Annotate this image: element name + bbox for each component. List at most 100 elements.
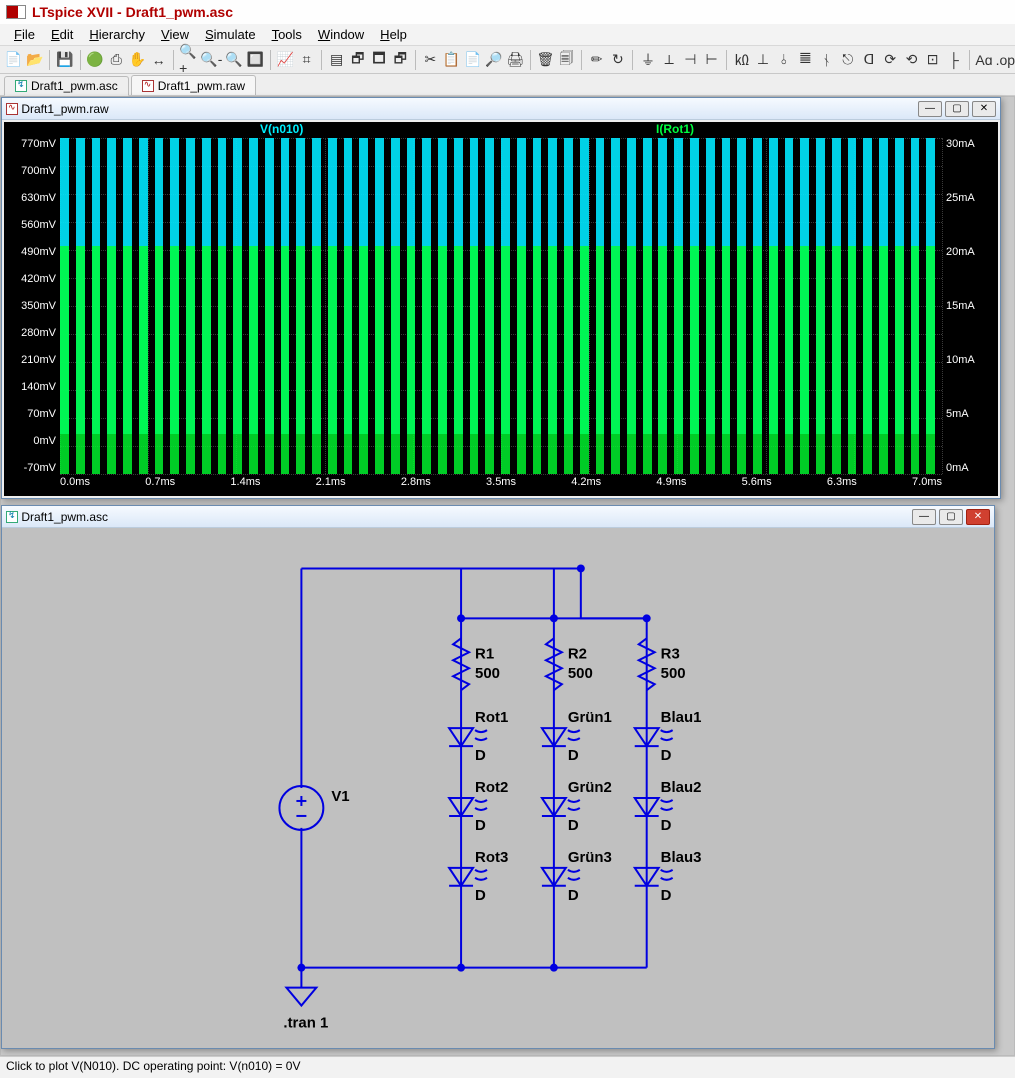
toolbar-button[interactable]: ⎋ (838, 49, 857, 71)
toolbar-button[interactable]: ↔ (149, 49, 168, 71)
status-text: Click to plot V(N010). DC operating poin… (6, 1059, 300, 1073)
toolbar-button[interactable]: 📋 (442, 49, 461, 71)
toolbar-button[interactable]: 📂 (25, 49, 44, 71)
svg-text:D: D (661, 887, 672, 904)
svg-text:R1: R1 (475, 645, 494, 662)
toolbar-button[interactable]: ✂ (421, 49, 440, 71)
toolbar-button[interactable]: 🔎 (484, 49, 503, 71)
toolbar-button[interactable]: ⊣ (681, 49, 700, 71)
menu-file[interactable]: File (6, 25, 43, 44)
toolbar-button[interactable]: 𝍤 (796, 49, 815, 71)
component-Blau2[interactable]: Blau2D (635, 779, 702, 834)
toolbar-button[interactable]: .op (996, 49, 1015, 71)
svg-text:Rot3: Rot3 (475, 849, 508, 866)
minimize-button[interactable]: — (918, 101, 942, 117)
trace-label-i[interactable]: I(Rot1) (546, 122, 942, 138)
toolbar-button[interactable]: ▤ (327, 49, 346, 71)
toolbar-button[interactable]: 🔍- (200, 49, 222, 71)
svg-text:R3: R3 (661, 645, 680, 662)
toolbar-button[interactable]: ⎙ (107, 49, 126, 71)
toolbar-button[interactable]: ⏚ (638, 49, 657, 71)
menu-hierarchy[interactable]: Hierarchy (81, 25, 153, 44)
maximize-button[interactable]: ▢ (945, 101, 969, 117)
toolbar-button[interactable]: ⟳ (881, 49, 900, 71)
component-Blau3[interactable]: Blau3D (635, 849, 702, 904)
status-bar: Click to plot V(N010). DC operating poin… (0, 1056, 1015, 1078)
menu-tools[interactable]: Tools (264, 25, 310, 44)
toolbar-button[interactable]: Aɑ (974, 49, 993, 71)
menu-window[interactable]: Window (310, 25, 372, 44)
toolbar-button[interactable]: ↻ (608, 49, 627, 71)
toolbar-button[interactable]: 🔍+ (179, 49, 198, 71)
toolbar-button[interactable]: 🟢 (85, 49, 104, 71)
menu-simulate[interactable]: Simulate (197, 25, 264, 44)
document-tab[interactable]: Draft1_pwm.raw (131, 75, 256, 95)
ground-symbol[interactable] (286, 968, 316, 1006)
toolbar-button[interactable]: 💾 (55, 49, 74, 71)
toolbar-button[interactable]: 📄 (4, 49, 23, 71)
plot-canvas[interactable] (60, 138, 942, 474)
toolbar-button[interactable]: 🔲 (246, 49, 265, 71)
schematic-window-title: Draft1_pwm.asc (21, 510, 108, 524)
svg-text:500: 500 (661, 665, 686, 682)
trace-label-v[interactable]: V(n010) (60, 122, 546, 138)
toolbar-button[interactable]: ✋ (128, 49, 147, 71)
svg-text:D: D (568, 817, 579, 834)
svg-text:D: D (661, 747, 672, 764)
component-Grün3[interactable]: Grün3D (542, 849, 612, 904)
tab-label: Draft1_pwm.asc (31, 79, 118, 93)
app-logo-icon (6, 5, 26, 19)
toolbar-button[interactable]: ⟲ (902, 49, 921, 71)
toolbar-button[interactable]: ᚾ (817, 49, 836, 71)
y-axis-left[interactable]: 770mV700mV630mV560mV490mV420mV350mV280mV… (4, 138, 60, 474)
toolbar-button[interactable]: 🗑 (536, 49, 555, 71)
toolbar-button[interactable]: 🗗 (391, 49, 410, 71)
schematic-canvas[interactable]: V1 .tran 1 R1500Rot1DRot2DRot3DR2500Grün… (2, 528, 994, 1048)
toolbar-button[interactable]: ✏ (587, 49, 606, 71)
waveform-window-title: Draft1_pwm.raw (21, 102, 108, 116)
waveform-plot[interactable]: V(n010) I(Rot1) 770mV700mV630mV560mV490m… (4, 122, 998, 496)
schematic-window-titlebar[interactable]: Draft1_pwm.asc — ▢ ✕ (2, 506, 994, 528)
component-Rot1[interactable]: Rot1D (449, 709, 508, 764)
x-axis[interactable]: 0.0ms0.7ms1.4ms2.1ms2.8ms3.5ms4.2ms4.9ms… (60, 476, 942, 494)
document-tab[interactable]: Draft1_pwm.asc (4, 76, 129, 96)
menu-help[interactable]: Help (372, 25, 415, 44)
component-Blau1[interactable]: Blau1D (635, 709, 702, 764)
toolbar-button[interactable]: 🖨 (506, 49, 525, 71)
waveform-window-titlebar[interactable]: Draft1_pwm.raw — ▢ ✕ (2, 98, 1000, 120)
menu-view[interactable]: View (153, 25, 197, 44)
svg-text:Rot1: Rot1 (475, 709, 508, 726)
toolbar-button[interactable]: 🗗 (348, 49, 367, 71)
svg-text:Rot2: Rot2 (475, 779, 508, 796)
toolbar-button[interactable]: 📈 (276, 49, 295, 71)
toolbar-button[interactable]: ⟂ (660, 49, 679, 71)
toolbar-button[interactable]: 🔍 (224, 49, 243, 71)
schematic-window: Draft1_pwm.asc — ▢ ✕ (1, 505, 995, 1049)
component-Rot2[interactable]: Rot2D (449, 779, 508, 834)
toolbar-button[interactable]: 🗖 (369, 49, 388, 71)
toolbar-button[interactable]: ⌗ (297, 49, 316, 71)
svg-text:D: D (475, 887, 486, 904)
toolbar-button[interactable]: ├ (944, 49, 963, 71)
spice-directive[interactable]: .tran 1 (283, 1015, 328, 1032)
toolbar-button[interactable]: 🗐 (557, 49, 576, 71)
close-button[interactable]: ✕ (972, 101, 996, 117)
toolbar-button[interactable]: ㏀ (732, 49, 751, 71)
svg-text:Grün3: Grün3 (568, 849, 612, 866)
component-Grün1[interactable]: Grün1D (542, 709, 612, 764)
window-titlebar: LTspice XVII - Draft1_pwm.asc (0, 0, 1015, 24)
component-Rot3[interactable]: Rot3 D (449, 849, 508, 904)
component-Grün2[interactable]: Grün2D (542, 779, 612, 834)
toolbar-button[interactable]: ⊥ (753, 49, 772, 71)
toolbar-button[interactable]: ⊡ (923, 49, 942, 71)
toolbar-button[interactable]: ⫰ (775, 49, 794, 71)
toolbar-button[interactable]: 📄 (463, 49, 482, 71)
toolbar-button[interactable]: ⊢ (702, 49, 721, 71)
close-button[interactable]: ✕ (966, 509, 990, 525)
y-axis-right[interactable]: 30mA25mA20mA15mA10mA5mA0mA (942, 138, 998, 474)
toolbar-button[interactable]: ᗡ (859, 49, 878, 71)
maximize-button[interactable]: ▢ (939, 509, 963, 525)
component-v1[interactable]: V1 (279, 786, 349, 830)
menu-edit[interactable]: Edit (43, 25, 81, 44)
minimize-button[interactable]: — (912, 509, 936, 525)
